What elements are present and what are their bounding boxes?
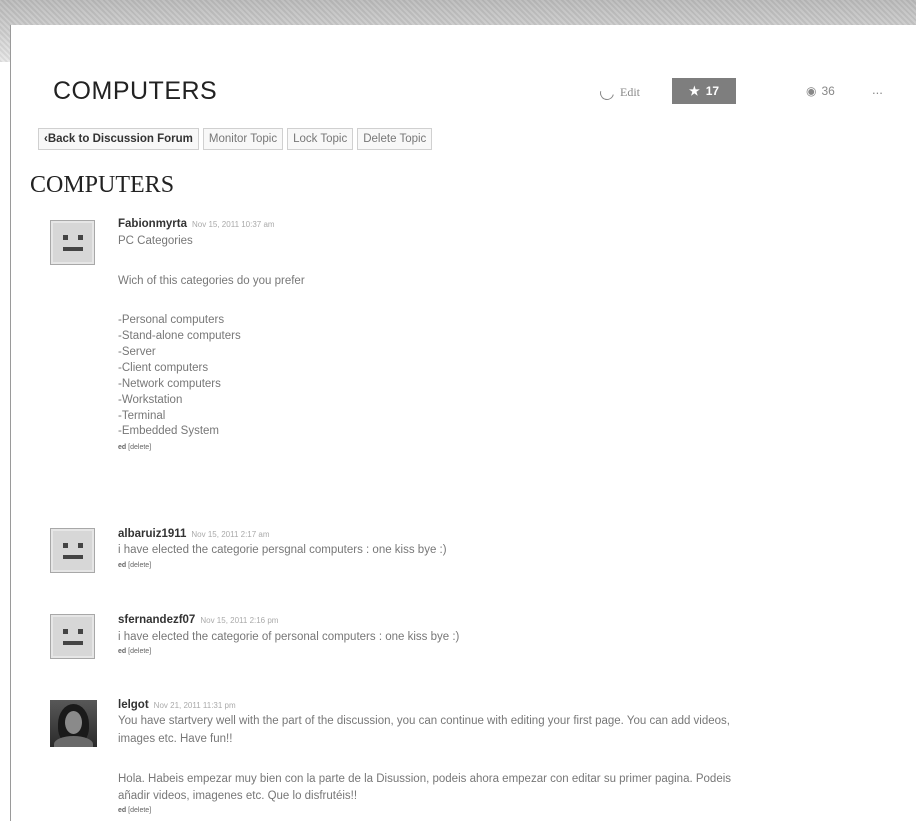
post-text: -Network computers (118, 378, 221, 390)
avatar-photo-shoulders (54, 736, 93, 747)
follow-button[interactable]: ★ 17 (672, 78, 736, 104)
avatar-photo[interactable] (50, 700, 97, 747)
avatar[interactable] (50, 220, 95, 265)
post-text: i have elected the categorie of personal… (118, 631, 460, 643)
delete-topic-button[interactable]: Delete Topic (357, 128, 433, 150)
avatar-photo-face (65, 711, 82, 734)
lock-topic-button[interactable]: Lock Topic (287, 128, 354, 150)
avatar-eye (78, 629, 83, 634)
topic-title: COMPUTERS (30, 172, 175, 198)
page-title: COMPUTERS (53, 77, 218, 105)
post-actions: ed [delete] (118, 648, 151, 655)
post-text: -Embedded System (118, 425, 219, 437)
post-text: -Stand-alone computers (118, 330, 241, 342)
post-timestamp: Nov 21, 2011 11:31 pm (153, 701, 236, 710)
avatar-eye (78, 235, 83, 240)
monitor-topic-button[interactable]: Monitor Topic (202, 128, 284, 150)
post-text: Wich of this categories do you prefer (118, 275, 305, 287)
post-header: lelgot Nov 21, 2011 11:31 pm (118, 699, 236, 711)
avatar-mouth (63, 641, 83, 645)
post-author[interactable]: Fabionmyrta (118, 218, 187, 230)
post-text: -Workstation (118, 394, 183, 406)
edit-post-link[interactable]: ed (118, 562, 126, 569)
avatar-eye (63, 543, 68, 548)
post-author[interactable]: sfernandezf07 (118, 614, 195, 626)
delete-post-link[interactable]: [delete] (128, 648, 151, 655)
post-text: Hola. Habeis empezar muy bien con la par… (118, 773, 732, 785)
post-text: -Terminal (118, 410, 166, 422)
delete-post-link[interactable]: [delete] (128, 444, 151, 451)
avatar[interactable] (50, 528, 95, 573)
avatar-mouth (63, 555, 83, 559)
avatar-eye (63, 235, 68, 240)
post-timestamp: Nov 15, 2011 2:16 pm (200, 616, 279, 625)
topic-toolbar: ‹Back to Discussion Forum Monitor Topic … (38, 128, 433, 150)
post-header: Fabionmyrta Nov 15, 2011 10:37 am (118, 218, 275, 230)
edit-label: Edit (620, 85, 640, 99)
edit-icon (597, 82, 617, 103)
post-author[interactable]: lelgot (118, 699, 149, 711)
post-header: albaruiz1911 Nov 15, 2011 2:17 am (118, 528, 270, 540)
views-count: 36 (821, 84, 835, 98)
post-text: images etc. Have fun!! (118, 733, 233, 745)
post-text: You have startvery well with the part of… (118, 715, 730, 727)
post-author[interactable]: albaruiz1911 (118, 528, 186, 540)
post-text: añadir videos, imagenes etc. Que lo disf… (118, 790, 358, 802)
avatar-eye (63, 629, 68, 634)
more-options-icon[interactable]: ... (872, 82, 883, 97)
delete-post-link[interactable]: [delete] (128, 807, 151, 814)
back-to-forum-button[interactable]: ‹Back to Discussion Forum (38, 128, 199, 150)
post-actions: ed [delete] (118, 807, 151, 814)
avatar[interactable] (50, 614, 95, 659)
post-actions: ed [delete] (118, 562, 151, 569)
follow-icon: ★ (688, 84, 700, 98)
views-counter[interactable]: ◉ 36 (806, 84, 835, 98)
post-timestamp: Nov 15, 2011 2:17 am (191, 530, 270, 539)
edit-post-link[interactable]: ed (118, 444, 126, 451)
post-text: -Client computers (118, 362, 209, 374)
edit-post-link[interactable]: ed (118, 648, 126, 655)
post-timestamp: Nov 15, 2011 10:37 am (192, 220, 275, 229)
avatar-eye (78, 543, 83, 548)
post-text: -Personal computers (118, 314, 225, 326)
avatar-mouth (63, 247, 83, 251)
eye-icon: ◉ (806, 84, 817, 98)
post-text: i have elected the categorie persgnal co… (118, 544, 447, 556)
post-actions: ed [delete] (118, 444, 151, 451)
post-header: sfernandezf07 Nov 15, 2011 2:16 pm (118, 614, 278, 626)
delete-post-link[interactable]: [delete] (128, 562, 151, 569)
post-text: -Server (118, 346, 156, 358)
edit-link[interactable]: Edit (597, 82, 640, 103)
edit-post-link[interactable]: ed (118, 807, 126, 814)
post-text: PC Categories (118, 235, 193, 247)
follow-count: 17 (705, 84, 720, 98)
